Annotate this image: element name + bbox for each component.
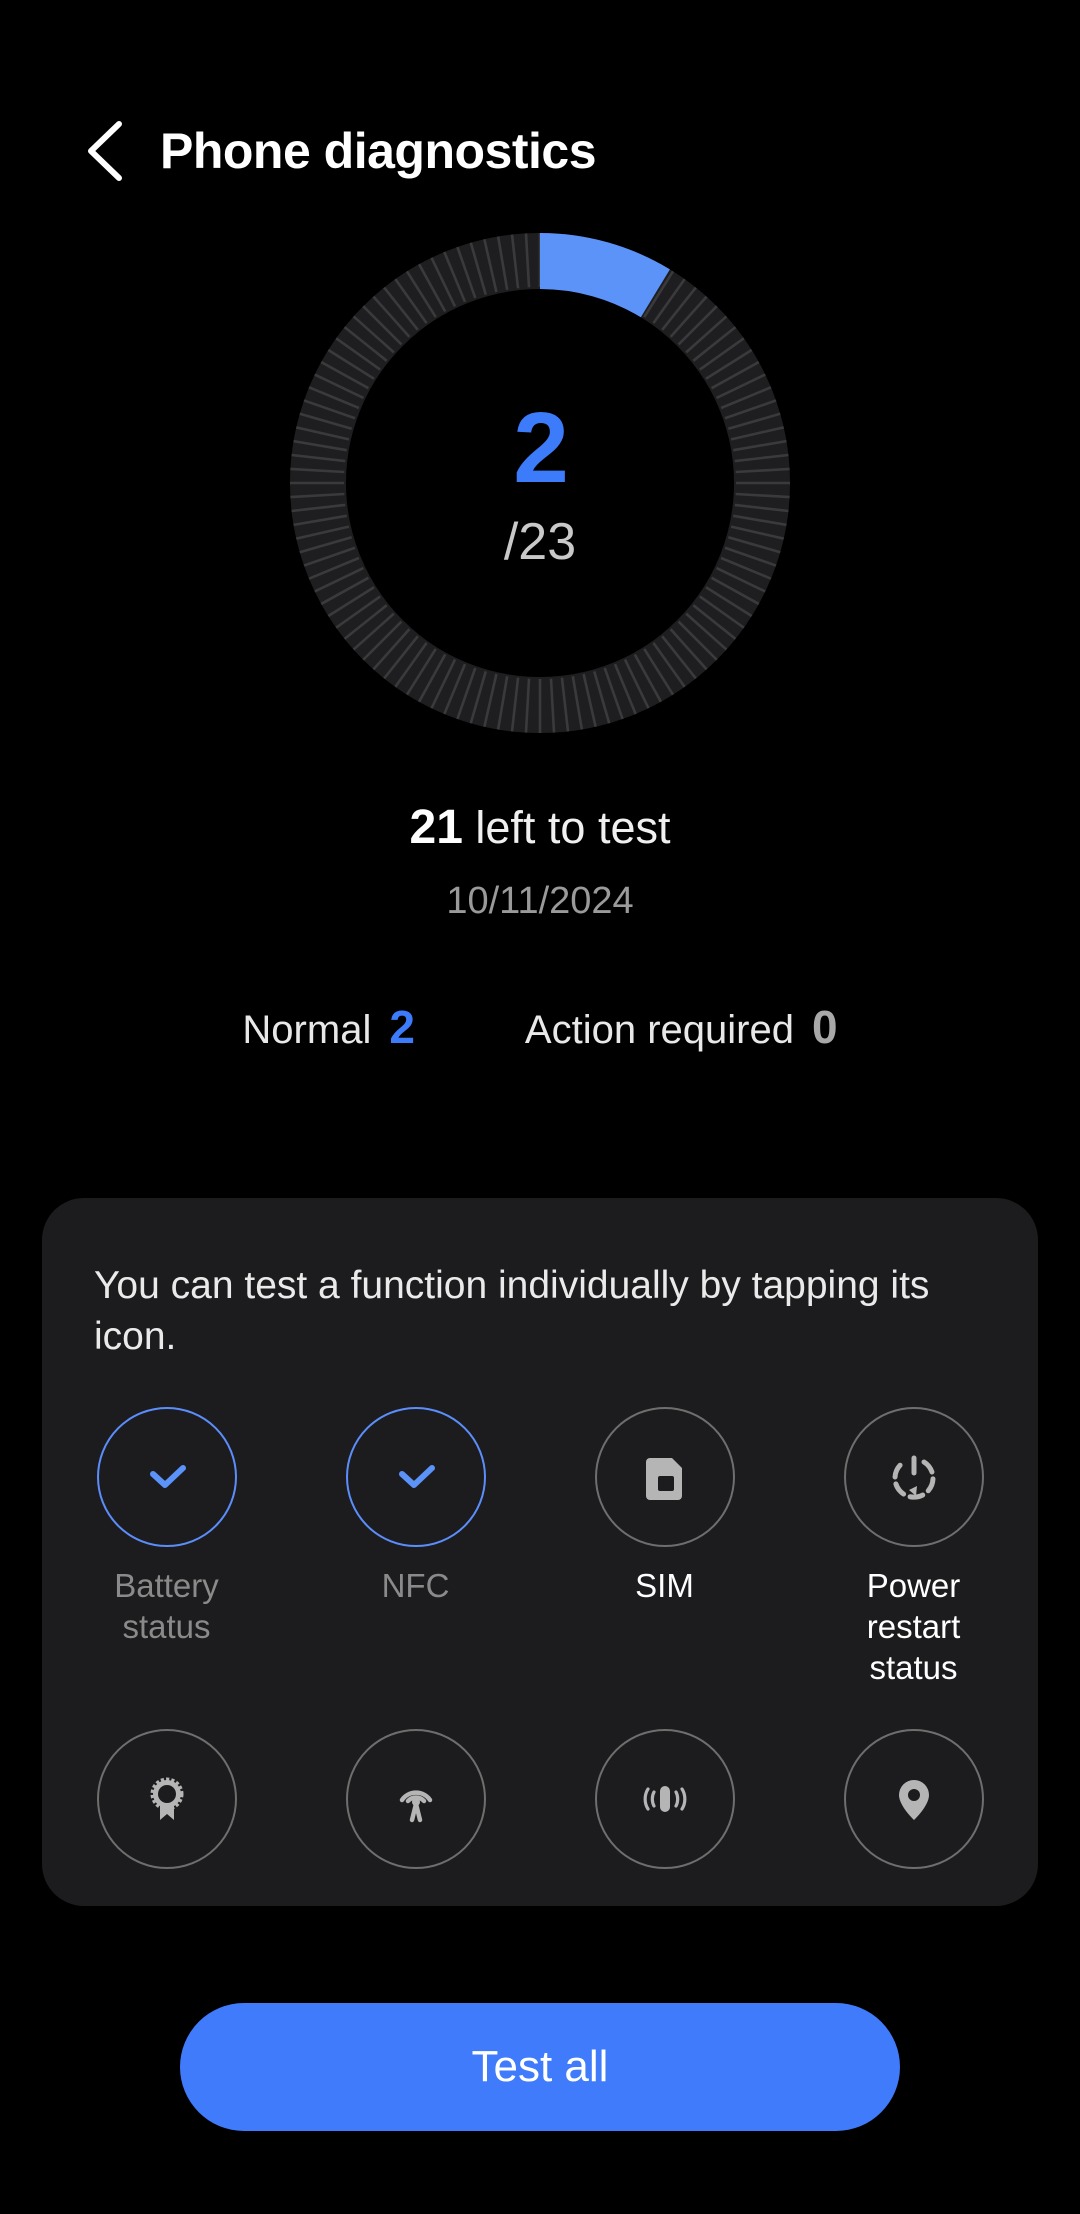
tested-count: 2 xyxy=(513,392,569,504)
test-date: 10/11/2024 xyxy=(446,880,634,922)
normal-value: 2 xyxy=(389,1001,415,1053)
progress-ring: 2 /23 xyxy=(290,233,790,733)
function-item-label: NFC xyxy=(381,1566,450,1604)
remaining-text: left to test xyxy=(462,802,671,853)
sim-card-icon[interactable] xyxy=(594,1406,735,1547)
function-item-label: Power restart status xyxy=(866,1566,961,1687)
action-required-value: 0 xyxy=(811,1001,838,1053)
phone-diagnostics-screen: Phone diagnostics 2 /23 21 left to test … xyxy=(0,0,1080,2214)
normal-label: Normal xyxy=(242,1008,372,1052)
function-item[interactable] xyxy=(291,1728,540,1869)
function-item-label: Battery status xyxy=(114,1566,219,1646)
function-item[interactable] xyxy=(540,1728,789,1869)
power-restart-icon[interactable] xyxy=(843,1406,984,1547)
function-item[interactable]: Battery status xyxy=(42,1406,291,1689)
broadcast-antenna-icon[interactable] xyxy=(345,1728,486,1869)
function-item[interactable]: Power restart status xyxy=(789,1406,1038,1689)
location-pin-icon[interactable] xyxy=(843,1728,984,1869)
check-icon[interactable] xyxy=(345,1406,486,1547)
remaining-count: 21 xyxy=(409,801,463,854)
function-item-label: SIM xyxy=(635,1566,694,1604)
status-action-required: Action required 0 xyxy=(525,1000,838,1054)
function-item[interactable] xyxy=(789,1728,1038,1869)
status-normal: Normal 2 xyxy=(242,1000,415,1054)
function-item[interactable]: NFC xyxy=(291,1406,540,1689)
test-all-button[interactable]: Test all xyxy=(180,2003,900,2131)
back-button[interactable] xyxy=(58,103,154,199)
app-header: Phone diagnostics xyxy=(0,96,1080,206)
test-functions-card: You can test a function individually by … xyxy=(42,1198,1038,1906)
function-icon-grid: Battery status NFC SIM Power restart status xyxy=(42,1406,1038,1869)
function-item[interactable]: SIM xyxy=(540,1406,789,1689)
vibration-icon[interactable] xyxy=(594,1728,735,1869)
progress-ring-center: 2 /23 xyxy=(290,233,790,733)
card-description: You can test a function individually by … xyxy=(94,1264,930,1359)
status-summary: Normal 2 Action required 0 xyxy=(0,1000,1080,1054)
test-all-label: Test all xyxy=(471,2042,609,2091)
action-required-label: Action required xyxy=(524,1008,794,1052)
chevron-left-icon xyxy=(88,121,122,181)
check-icon[interactable] xyxy=(96,1406,237,1547)
page-title: Phone diagnostics xyxy=(160,123,597,179)
total-count: /23 xyxy=(503,513,577,571)
function-item[interactable] xyxy=(42,1728,291,1869)
remaining-line: 21 left to test xyxy=(0,800,1080,855)
certificate-badge-icon[interactable] xyxy=(96,1728,237,1869)
